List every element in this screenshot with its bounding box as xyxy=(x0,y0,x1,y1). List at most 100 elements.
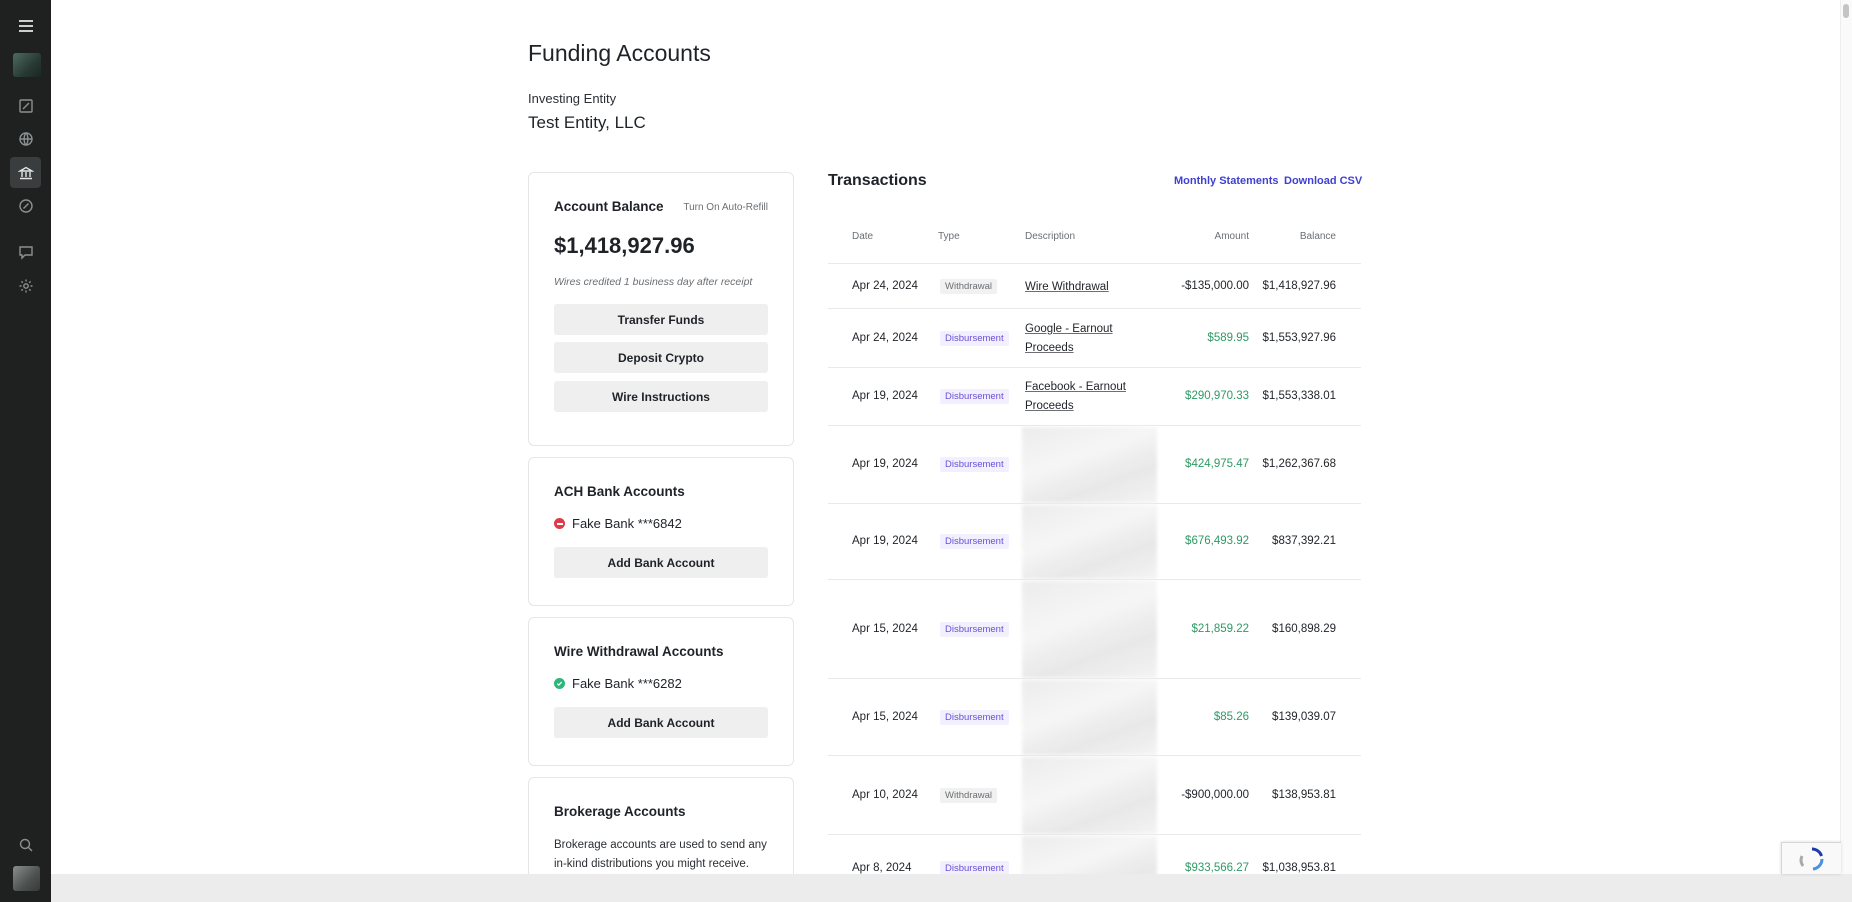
row-amount: $933,566.27 xyxy=(1185,862,1249,874)
recaptcha-badge[interactable] xyxy=(1781,842,1841,874)
scrollbar[interactable] xyxy=(1840,0,1852,874)
entity-name: Test Entity, LLC xyxy=(528,113,646,132)
table-row[interactable]: Apr 24, 2024 Disbursement Google - Earnout… xyxy=(828,308,1361,367)
row-amount: $85.26 xyxy=(1213,711,1249,723)
check-status-icon xyxy=(554,678,565,689)
row-balance: $139,039.07 xyxy=(1272,711,1336,723)
bottom-bar xyxy=(51,874,1852,902)
table-row[interactable]: Apr 19, 2024 Disbursement $424,975.47 $1,26… xyxy=(828,425,1361,503)
table-row[interactable]: Apr 15, 2024 Disbursement $85.26 $139,039.0… xyxy=(828,678,1361,755)
workspace-logo[interactable] xyxy=(13,53,41,77)
search-icon[interactable] xyxy=(10,829,41,860)
ach-accounts-title: ACH Bank Accounts xyxy=(554,484,685,499)
row-description-link[interactable]: Google - Earnout Proceeds xyxy=(1025,320,1137,358)
row-date: Apr 19, 2024 xyxy=(852,458,918,470)
column-header-amount: Amount xyxy=(1214,231,1249,242)
wire-withdrawal-accounts-card: Wire Withdrawal Accounts Fake Bank ***62… xyxy=(528,617,794,766)
row-description-link[interactable]: Wire Withdrawal xyxy=(1025,278,1137,297)
ach-account-label: Fake Bank ***6842 xyxy=(572,516,682,531)
auto-refill-link[interactable]: Turn On Auto-Refill xyxy=(683,202,768,213)
row-balance: $1,262,367.68 xyxy=(1262,458,1336,470)
avatar[interactable] xyxy=(13,866,40,891)
row-amount: $21,859.22 xyxy=(1191,623,1249,635)
row-type-badge: Withdrawal xyxy=(940,279,997,294)
row-amount: $290,970.33 xyxy=(1185,390,1249,402)
account-balance-card: Account Balance Turn On Auto-Refill $1,4… xyxy=(528,172,794,446)
row-type-badge: Disbursement xyxy=(940,457,1009,472)
redacted-description xyxy=(1022,427,1157,503)
row-date: Apr 10, 2024 xyxy=(852,789,918,801)
brokerage-description: Brokerage accounts are used to send any … xyxy=(554,839,767,870)
row-type-badge: Withdrawal xyxy=(940,788,997,803)
deposit-crypto-button[interactable]: Deposit Crypto xyxy=(554,342,768,373)
menu-icon[interactable] xyxy=(10,10,41,41)
download-csv-link[interactable]: Download CSV xyxy=(1284,175,1362,187)
row-balance: $1,038,953.81 xyxy=(1262,862,1336,874)
brokerage-title: Brokerage Accounts xyxy=(554,804,686,819)
row-balance: $1,553,927.96 xyxy=(1262,332,1336,344)
row-date: Apr 24, 2024 xyxy=(852,280,918,292)
sidebar xyxy=(0,0,51,902)
row-amount: $676,493.92 xyxy=(1185,535,1249,547)
row-date: Apr 8, 2024 xyxy=(852,862,912,874)
scrollbar-thumb[interactable] xyxy=(1843,4,1849,18)
row-type-badge: Disbursement xyxy=(940,534,1009,549)
row-balance: $160,898.29 xyxy=(1272,623,1336,635)
recaptcha-icon xyxy=(1799,847,1824,870)
row-balance: $1,553,338.01 xyxy=(1262,390,1336,402)
ach-account-row[interactable]: Fake Bank ***6842 xyxy=(554,516,682,531)
column-header-type: Type xyxy=(938,231,960,242)
redacted-description xyxy=(1022,581,1157,678)
row-balance: $138,953.81 xyxy=(1272,789,1336,801)
row-date: Apr 24, 2024 xyxy=(852,332,918,344)
entity-label: Investing Entity xyxy=(528,91,617,106)
add-ach-bank-account-button[interactable]: Add Bank Account xyxy=(554,547,768,578)
row-date: Apr 19, 2024 xyxy=(852,535,918,547)
table-row[interactable]: Apr 19, 2024 Disbursement $676,493.92 $837,… xyxy=(828,503,1361,579)
row-amount: -$900,000.00 xyxy=(1181,789,1249,801)
row-date: Apr 15, 2024 xyxy=(852,711,918,723)
row-type-badge: Disbursement xyxy=(940,331,1009,346)
transfer-funds-button[interactable]: Transfer Funds xyxy=(554,304,768,335)
redacted-description xyxy=(1022,757,1157,834)
table-row[interactable]: Apr 10, 2024 Withdrawal -$900,000.00 $138,9… xyxy=(828,755,1361,834)
row-balance: $837,392.21 xyxy=(1272,535,1336,547)
wire-account-row[interactable]: Fake Bank ***6282 xyxy=(554,676,682,691)
column-header-date: Date xyxy=(852,231,874,242)
row-amount: -$135,000.00 xyxy=(1181,280,1249,292)
monthly-statements-link[interactable]: Monthly Statements xyxy=(1174,175,1279,187)
wire-withdrawal-title: Wire Withdrawal Accounts xyxy=(554,644,724,659)
row-type-badge: Disbursement xyxy=(940,622,1009,637)
account-balance-amount: $1,418,927.96 xyxy=(554,233,695,258)
redacted-description xyxy=(1022,505,1157,579)
column-header-description: Description xyxy=(1025,231,1076,242)
row-balance: $1,418,927.96 xyxy=(1262,280,1336,292)
account-balance-title: Account Balance xyxy=(554,199,664,214)
row-date: Apr 15, 2024 xyxy=(852,623,918,635)
page-title: Funding Accounts xyxy=(528,40,711,66)
transactions-title: Transactions xyxy=(828,172,927,189)
wire-account-label: Fake Bank ***6282 xyxy=(572,676,682,691)
column-header-balance: Balance xyxy=(1299,231,1336,242)
edit-icon[interactable] xyxy=(10,90,41,121)
row-type-badge: Disbursement xyxy=(940,389,1009,404)
error-status-icon xyxy=(554,518,565,529)
row-type-badge: Disbursement xyxy=(940,710,1009,725)
table-row[interactable]: Apr 15, 2024 Disbursement $21,859.22 $160,8… xyxy=(828,579,1361,678)
row-amount: $424,975.47 xyxy=(1185,458,1249,470)
wire-credit-note: Wires credited 1 business day after rece… xyxy=(554,276,753,288)
redacted-description xyxy=(1022,680,1157,755)
bank-icon[interactable] xyxy=(10,157,41,188)
row-date: Apr 19, 2024 xyxy=(852,390,918,402)
table-row[interactable]: Apr 19, 2024 Disbursement Facebook - Earno… xyxy=(828,367,1361,425)
gear-icon[interactable] xyxy=(10,270,41,301)
message-icon[interactable] xyxy=(10,236,41,267)
add-wire-bank-account-button[interactable]: Add Bank Account xyxy=(554,707,768,738)
ach-accounts-card: ACH Bank Accounts Fake Bank ***6842 Add … xyxy=(528,457,794,606)
row-amount: $589.95 xyxy=(1207,332,1249,344)
gauge-icon[interactable] xyxy=(10,190,41,221)
table-row[interactable]: Apr 24, 2024 Withdrawal Wire Withdrawal -$1… xyxy=(828,263,1361,308)
globe-icon[interactable] xyxy=(10,123,41,154)
row-description-link[interactable]: Facebook - Earnout Proceeds xyxy=(1025,378,1137,416)
wire-instructions-button[interactable]: Wire Instructions xyxy=(554,381,768,412)
